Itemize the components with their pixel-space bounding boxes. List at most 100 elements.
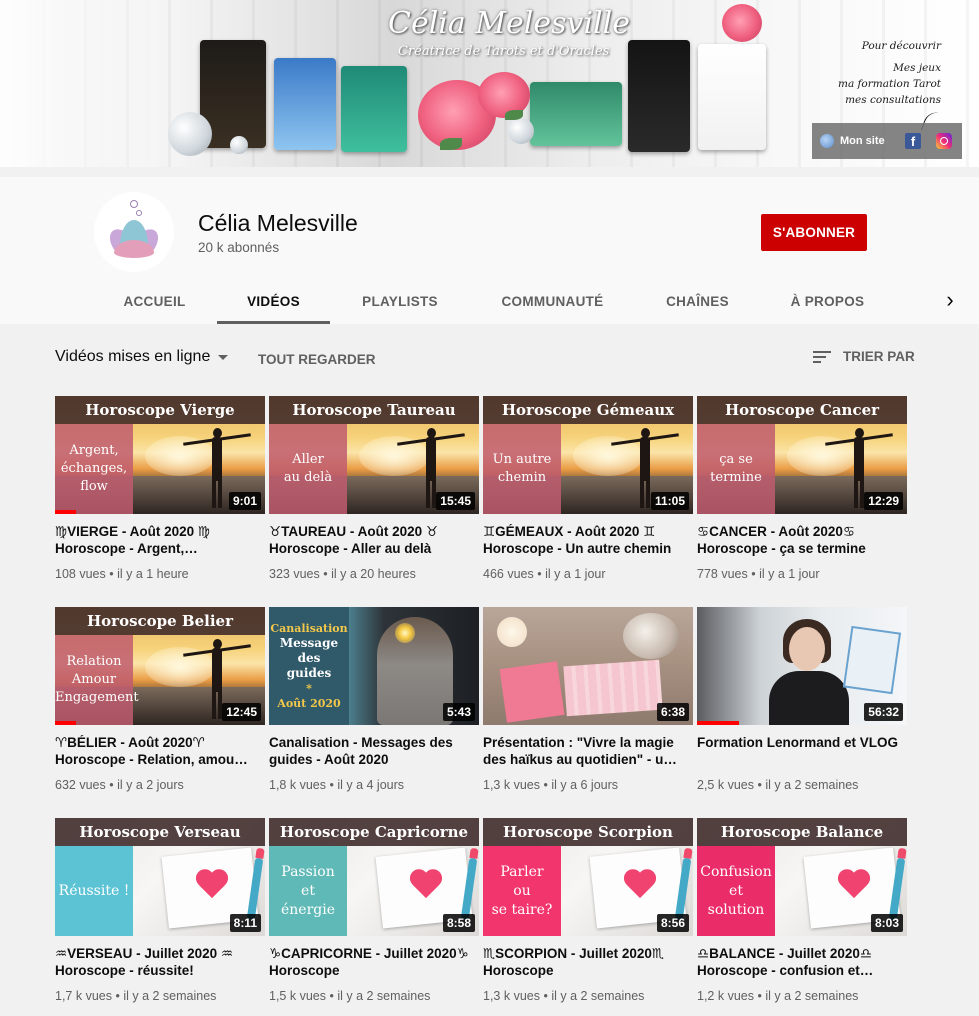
video-card[interactable]: Aller au delà Horoscope Taureau 15:45 ♉T… bbox=[269, 396, 479, 581]
duration-badge: 5:43 bbox=[442, 703, 475, 721]
sort-button[interactable]: TRIER PAR bbox=[813, 349, 915, 364]
duration-badge: 15:45 bbox=[436, 492, 475, 510]
thumb-text-line: énergie bbox=[280, 901, 335, 918]
video-thumbnail[interactable]: Un autre chemin Horoscope Gémeaux 11:05 bbox=[483, 396, 693, 514]
subscribe-button[interactable]: S'ABONNER bbox=[761, 214, 867, 251]
video-card[interactable]: Canalisation Message des guides * Août 2… bbox=[269, 607, 479, 792]
my-site-link[interactable]: Mon site bbox=[840, 135, 885, 147]
haiku-box-image bbox=[499, 661, 565, 723]
thumb-text-line: Réussite ! bbox=[58, 882, 130, 899]
thumb-text-line: des bbox=[297, 651, 321, 665]
upload-age: il y a 2 semaines bbox=[765, 989, 859, 1003]
video-thumbnail[interactable]: Relation Amour Engagement Horoscope Beli… bbox=[55, 607, 265, 725]
video-title[interactable]: ♍VIERGE - Août 2020 ♍ Horoscope - Argent… bbox=[55, 524, 265, 557]
video-thumbnail[interactable]: Canalisation Message des guides * Août 2… bbox=[269, 607, 479, 725]
thumb-text-line: Amour bbox=[71, 672, 117, 687]
view-count: 108 vues bbox=[55, 567, 106, 581]
duration-badge: 8:56 bbox=[656, 914, 689, 932]
thumb-text-line: et bbox=[729, 882, 743, 899]
video-card[interactable]: 6:38 Présentation : "Vivre la magie des … bbox=[483, 607, 693, 792]
instagram-icon[interactable] bbox=[936, 133, 952, 149]
video-title[interactable]: ♋CANCER - Août 2020♋ Horoscope - ça se t… bbox=[697, 524, 907, 557]
tab-videos[interactable]: VIDÉOS bbox=[217, 279, 330, 324]
upload-age: il y a 2 semaines bbox=[551, 989, 645, 1003]
thumb-text-line: Aller bbox=[292, 452, 324, 467]
thumb-text-line: Engagement bbox=[55, 690, 139, 705]
tab-accueil[interactable]: ACCUEIL bbox=[92, 279, 217, 324]
video-thumbnail[interactable]: Parler ou se taire? Horoscope Scorpion 8… bbox=[483, 818, 693, 936]
view-count: 1,3 k vues bbox=[483, 989, 540, 1003]
video-thumbnail[interactable]: Argent, échanges, flow Horoscope Vierge … bbox=[55, 396, 265, 514]
video-title[interactable]: ♒VERSEAU - Juillet 2020 ♒ Horoscope - ré… bbox=[55, 946, 265, 979]
video-card[interactable]: Réussite ! Horoscope Verseau 8:11 ♒VERSE… bbox=[55, 818, 265, 1003]
duration-badge: 11:05 bbox=[650, 492, 689, 510]
caret-down-icon bbox=[218, 354, 229, 360]
thumb-text-line: termine bbox=[710, 470, 762, 485]
thumb-title: Horoscope Capricorne bbox=[269, 818, 479, 846]
upload-age: il y a 2 jours bbox=[117, 778, 184, 792]
heart-icon bbox=[409, 870, 443, 900]
thumb-text-line: et bbox=[301, 882, 315, 899]
video-thumbnail[interactable]: 56:32 bbox=[697, 607, 907, 725]
sort-label: TRIER PAR bbox=[843, 349, 915, 364]
video-title[interactable]: ♑CAPRICORNE - Juillet 2020♑ Horoscope bbox=[269, 946, 479, 979]
video-thumbnail[interactable]: 6:38 bbox=[483, 607, 693, 725]
banner-discover-text: Pour découvrir Mes jeux ma formation Tar… bbox=[830, 38, 955, 108]
chevron-right-icon[interactable]: › bbox=[940, 289, 960, 312]
video-card[interactable]: Confusion et solution Horoscope Balance … bbox=[697, 818, 907, 1003]
video-title[interactable]: ♎BALANCE - Juillet 2020♎ Horoscope - con… bbox=[697, 946, 907, 979]
video-title[interactable]: ♊GÉMEAUX - Août 2020 ♊ Horoscope - Un au… bbox=[483, 524, 693, 557]
video-thumbnail[interactable]: Confusion et solution Horoscope Balance … bbox=[697, 818, 907, 936]
thumb-text-line: flow bbox=[80, 479, 108, 494]
video-meta: 1,3 k vues • il y a 6 jours bbox=[483, 778, 619, 792]
channel-banner: Célia Melesville Créatrice de Tarots et … bbox=[0, 0, 979, 167]
thumb-text-line: Un autre bbox=[492, 452, 552, 467]
video-thumbnail[interactable]: Aller au delà Horoscope Taureau 15:45 bbox=[269, 396, 479, 514]
video-title[interactable]: ♉TAUREAU - Août 2020 ♉ Horoscope - Aller… bbox=[269, 524, 479, 557]
thumb-text-line: Confusion bbox=[700, 863, 772, 880]
sort-icon bbox=[813, 350, 831, 364]
person-body-image bbox=[769, 671, 849, 725]
thumb-side-text: Confusion et solution bbox=[697, 846, 775, 936]
watch-progress-bar bbox=[697, 721, 739, 725]
facebook-icon[interactable]: f bbox=[905, 133, 921, 149]
video-card[interactable]: ça se termine Horoscope Cancer 12:29 ♋CA… bbox=[697, 396, 907, 581]
channel-avatar[interactable] bbox=[94, 192, 174, 272]
video-thumbnail[interactable]: Passion et énergie Horoscope Capricorne … bbox=[269, 818, 479, 936]
subscriber-count: 20 k abonnés bbox=[198, 240, 280, 255]
video-card[interactable]: Argent, échanges, flow Horoscope Vierge … bbox=[55, 396, 265, 581]
video-title[interactable]: Canalisation - Messages des guides - Aoû… bbox=[269, 735, 479, 768]
uploads-filter-dropdown[interactable]: Vidéos mises en ligne bbox=[55, 348, 229, 366]
video-meta: 2,5 k vues • il y a 2 semaines bbox=[697, 778, 859, 792]
video-card[interactable]: 56:32 Formation Lenormand et VLOG 2,5 k … bbox=[697, 607, 907, 792]
upload-age: il y a 1 jour bbox=[759, 567, 820, 581]
tab-a-propos[interactable]: À PROPOS bbox=[760, 279, 895, 324]
video-card[interactable]: Passion et énergie Horoscope Capricorne … bbox=[269, 818, 479, 1003]
video-meta: 778 vues • il y a 1 jour bbox=[697, 567, 820, 581]
channel-header: Célia Melesville 20 k abonnés S'ABONNER … bbox=[0, 177, 979, 324]
thumb-side-text: Un autre chemin bbox=[483, 424, 561, 514]
play-all-button[interactable]: TOUT REGARDER bbox=[258, 352, 376, 367]
thumb-title: Horoscope Balance bbox=[697, 818, 907, 846]
discover-intro: Pour découvrir bbox=[861, 40, 941, 52]
video-card[interactable]: Relation Amour Engagement Horoscope Beli… bbox=[55, 607, 265, 792]
tab-communaute[interactable]: COMMUNAUTÉ bbox=[470, 279, 635, 324]
banner-card-deck bbox=[341, 66, 407, 152]
tab-chaines[interactable]: CHAÎNES bbox=[635, 279, 760, 324]
avatar-bubble bbox=[136, 210, 142, 216]
video-title[interactable]: ♈BÉLIER - Août 2020♈ Horoscope - Relatio… bbox=[55, 735, 265, 768]
duration-badge: 8:03 bbox=[870, 914, 903, 932]
video-meta: 1,7 k vues • il y a 2 semaines bbox=[55, 989, 217, 1003]
video-card[interactable]: Parler ou se taire? Horoscope Scorpion 8… bbox=[483, 818, 693, 1003]
video-thumbnail[interactable]: ça se termine Horoscope Cancer 12:29 bbox=[697, 396, 907, 514]
video-title[interactable]: Présentation : "Vivre la magie des haïku… bbox=[483, 735, 693, 768]
video-card[interactable]: Un autre chemin Horoscope Gémeaux 11:05 … bbox=[483, 396, 693, 581]
tab-playlists[interactable]: PLAYLISTS bbox=[330, 279, 470, 324]
video-title[interactable]: ♏SCORPION - Juillet 2020♏ Horoscope bbox=[483, 946, 693, 979]
video-meta: 108 vues • il y a 1 heure bbox=[55, 567, 189, 581]
thumb-text-line: ça se bbox=[719, 452, 753, 467]
video-title[interactable]: Formation Lenormand et VLOG bbox=[697, 735, 907, 768]
video-thumbnail[interactable]: Réussite ! Horoscope Verseau 8:11 bbox=[55, 818, 265, 936]
thumb-title: Horoscope Taureau bbox=[269, 396, 479, 424]
banner-subtitle: Créatrice de Tarots et d'Oracles bbox=[398, 44, 610, 59]
